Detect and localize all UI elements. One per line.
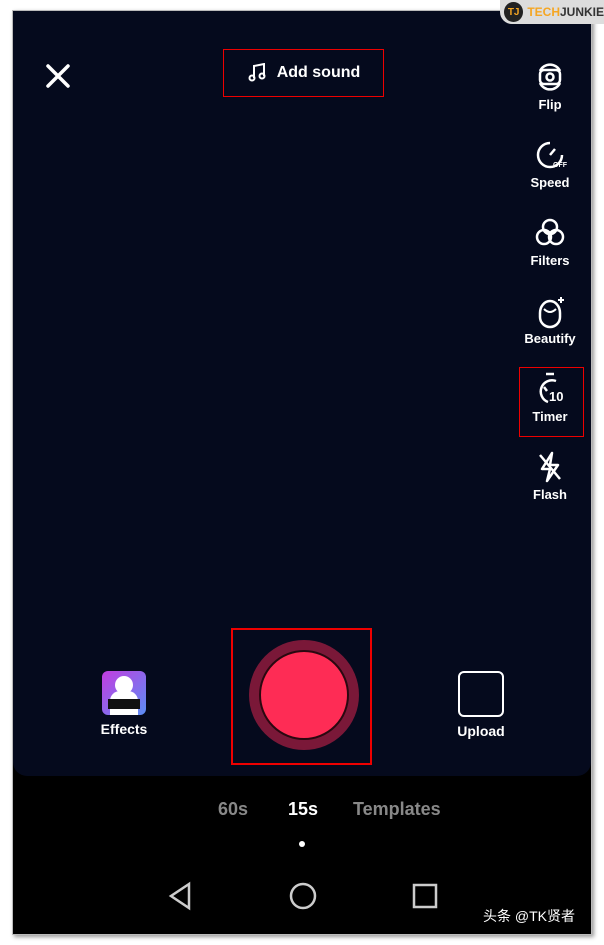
flash-off-icon <box>539 451 561 483</box>
home-icon[interactable] <box>288 881 318 911</box>
timer-label: Timer <box>532 409 568 424</box>
flip-button[interactable]: Flip <box>519 59 581 137</box>
record-highlight <box>231 628 372 765</box>
record-ring <box>249 640 359 750</box>
mode-templates[interactable]: Templates <box>353 799 441 820</box>
phone-screen: Add sound Flip OFF Speed Filters Beautify… <box>12 10 592 935</box>
filters-icon <box>535 218 565 246</box>
effects-thumbnail <box>102 671 146 715</box>
upload-label: Upload <box>457 723 505 739</box>
add-sound-label: Add sound <box>276 64 361 81</box>
filters-button[interactable]: Filters <box>519 215 581 293</box>
camera-viewfinder: Add sound Flip OFF Speed Filters Beautify… <box>13 11 591 776</box>
tj-logo-icon: TJ <box>504 2 524 22</box>
effects-button[interactable]: Effects <box>99 671 149 737</box>
mode-60s[interactable]: 60s <box>218 799 248 820</box>
watermark: 头条 @TK贤者 <box>483 908 575 924</box>
speed-icon: OFF <box>536 141 568 169</box>
back-icon[interactable] <box>167 881 193 911</box>
svg-text:10: 10 <box>549 389 563 404</box>
flash-label: Flash <box>533 487 567 502</box>
beautify-icon <box>538 297 564 329</box>
timer-button[interactable]: 10 Timer <box>519 367 584 449</box>
mode-15s[interactable]: 15s <box>288 799 318 820</box>
upload-icon <box>458 671 504 717</box>
beautify-button[interactable]: Beautify <box>519 293 581 371</box>
camera-tools: Flip OFF Speed Filters Beautify 10 Timer F… <box>519 59 584 527</box>
speed-button[interactable]: OFF Speed <box>519 137 581 215</box>
flip-label: Flip <box>538 97 562 112</box>
add-sound-button[interactable]: Add sound <box>223 49 384 97</box>
selected-mode-indicator <box>299 841 305 847</box>
timer-icon: 10 <box>539 372 563 404</box>
flip-camera-icon <box>538 63 562 91</box>
effects-label: Effects <box>100 721 148 737</box>
record-button[interactable] <box>259 650 349 740</box>
speed-label: Speed <box>530 175 570 190</box>
filters-label: Filters <box>530 253 570 268</box>
beautify-label: Beautify <box>524 331 576 346</box>
close-icon[interactable] <box>43 61 73 91</box>
recents-icon[interactable] <box>412 881 438 911</box>
upload-button[interactable]: Upload <box>453 671 509 739</box>
flash-button[interactable]: Flash <box>519 449 581 527</box>
svg-text:OFF: OFF <box>553 162 568 169</box>
techjunkie-logo: TJ TECH JUNKIE <box>500 0 604 24</box>
music-note-icon <box>248 63 266 82</box>
